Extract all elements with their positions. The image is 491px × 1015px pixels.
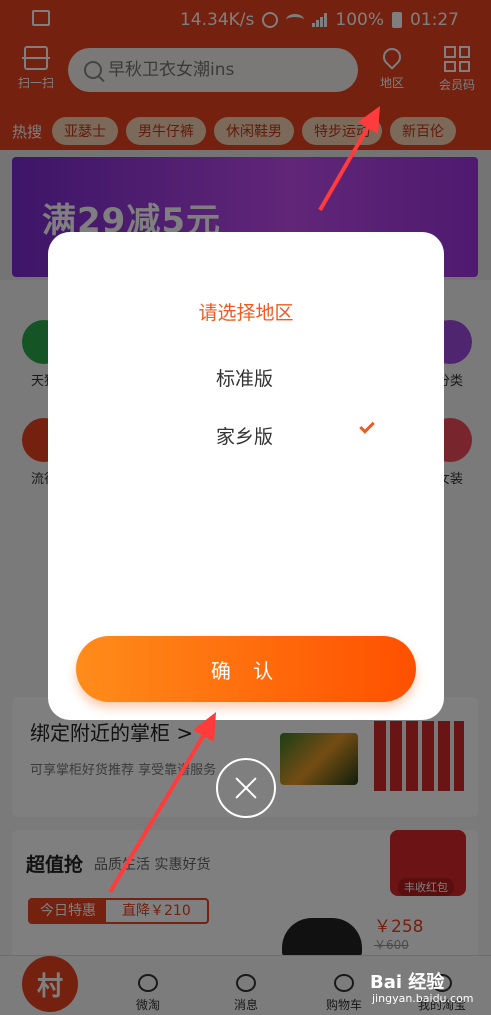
watermark-brand: Bai 经验	[370, 972, 445, 993]
arrow-to-confirm-icon	[108, 712, 216, 894]
watermark-url: jingyan.baidu.com	[372, 992, 474, 1005]
annotation-arrows	[108, 106, 380, 894]
arrow-to-area-icon	[318, 106, 380, 212]
